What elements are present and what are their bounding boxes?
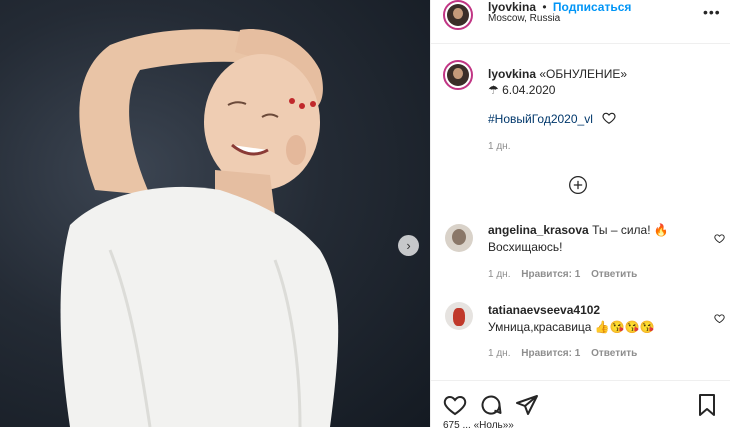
caption-time: 1 дн. bbox=[488, 141, 511, 152]
photo-illustration bbox=[60, 29, 339, 427]
heart-icon[interactable] bbox=[714, 313, 725, 324]
plus-circle-icon[interactable] bbox=[568, 175, 588, 195]
author-avatar[interactable] bbox=[443, 0, 473, 30]
caption-text: «ОБНУЛЕНИЕ» bbox=[539, 67, 627, 81]
comment-username[interactable]: tatianaevseeva4102 bbox=[488, 303, 600, 317]
post-photo[interactable]: › bbox=[0, 0, 430, 427]
commenter-avatar[interactable] bbox=[445, 224, 473, 252]
post-caption: lyovkina «ОБНУЛЕНИЕ» ☂ 6.04.2020 bbox=[488, 66, 718, 98]
comment-likes[interactable]: Нравится: 1 bbox=[521, 348, 580, 359]
heart-icon[interactable] bbox=[602, 111, 616, 125]
bookmark-icon[interactable] bbox=[695, 393, 719, 417]
likes-partial-text: 675 ... «Ноль»» bbox=[443, 420, 514, 431]
like-heart-icon[interactable] bbox=[443, 393, 467, 417]
location-link[interactable]: Moscow, Russia bbox=[488, 13, 560, 24]
commenter-avatar[interactable] bbox=[445, 302, 473, 330]
comment-meta: 1 дн. Нравится: 1 Ответить bbox=[488, 348, 645, 359]
post-side-panel: lyovkina • Подписаться Moscow, Russia ••… bbox=[430, 0, 730, 431]
next-photo-button[interactable]: › bbox=[398, 235, 419, 256]
comment-time: 1 дн. bbox=[488, 269, 511, 280]
heart-icon[interactable] bbox=[714, 233, 725, 244]
comment-likes[interactable]: Нравится: 1 bbox=[521, 269, 580, 280]
chevron-right-icon: › bbox=[406, 238, 411, 253]
more-icon[interactable]: ••• bbox=[703, 4, 721, 20]
comment-body: tatianaevseeva4102 Умница,красавица 👍😘😘😘 bbox=[488, 302, 718, 336]
comment-text: Умница,красавица 👍😘😘😘 bbox=[488, 320, 655, 334]
share-icon[interactable] bbox=[515, 393, 539, 417]
separator-dot: • bbox=[542, 0, 547, 14]
caption-username[interactable]: lyovkina bbox=[488, 67, 536, 81]
comment-time: 1 дн. bbox=[488, 348, 511, 359]
reply-button[interactable]: Ответить bbox=[591, 269, 637, 280]
author-username[interactable]: lyovkina bbox=[488, 0, 536, 14]
follow-button[interactable]: Подписаться bbox=[553, 0, 631, 14]
author-line: lyovkina • Подписаться bbox=[488, 0, 631, 14]
comment-username[interactable]: angelina_krasova bbox=[488, 223, 589, 237]
comment-meta: 1 дн. Нравится: 1 Ответить bbox=[488, 269, 645, 280]
comment-body: angelina_krasova Ты – сила! 🔥 Восхищаюсь… bbox=[488, 222, 718, 256]
comment-icon[interactable] bbox=[479, 393, 503, 417]
hashtag-link[interactable]: #НовыйГод2020_vl bbox=[488, 112, 593, 126]
caption-avatar[interactable] bbox=[443, 60, 473, 90]
reply-button[interactable]: Ответить bbox=[591, 348, 637, 359]
post-header: lyovkina • Подписаться Moscow, Russia ••… bbox=[431, 0, 730, 44]
caption-date: ☂ 6.04.2020 bbox=[488, 83, 556, 97]
